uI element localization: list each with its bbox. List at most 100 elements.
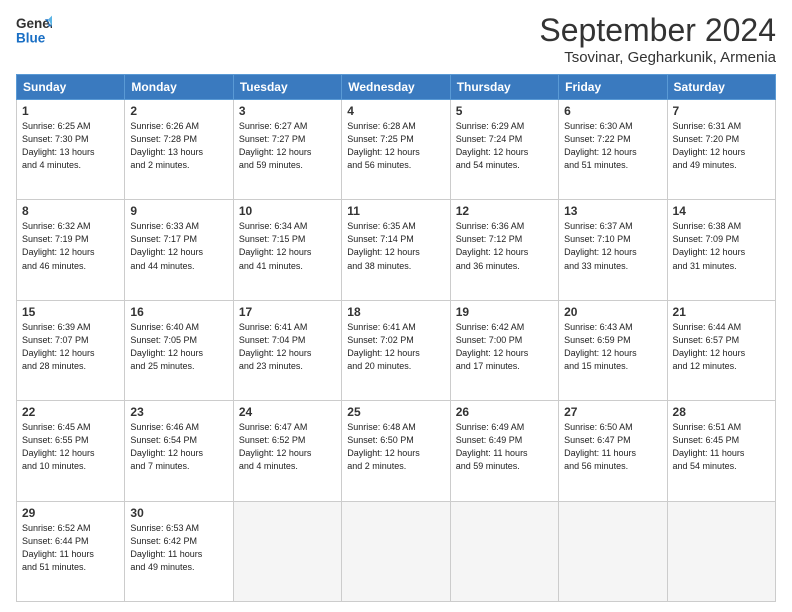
day-number: 13 <box>564 204 661 218</box>
col-tuesday: Tuesday <box>233 75 341 100</box>
location: Tsovinar, Gegharkunik, Armenia <box>539 49 776 66</box>
calendar-table: Sunday Monday Tuesday Wednesday Thursday… <box>16 74 776 602</box>
table-row: 25Sunrise: 6:48 AM Sunset: 6:50 PM Dayli… <box>342 401 450 501</box>
day-number: 20 <box>564 305 661 319</box>
day-info: Sunrise: 6:38 AM Sunset: 7:09 PM Dayligh… <box>673 220 770 272</box>
month-title: September 2024 <box>539 12 776 49</box>
day-number: 26 <box>456 405 553 419</box>
table-row: 18 Sunrise: 6:41 AM Sunset: 7:02 PM Dayli… <box>342 300 450 400</box>
day-info: Sunrise: 6:33 AM Sunset: 7:17 PM Dayligh… <box>130 220 227 272</box>
day-info: Sunrise: 6:28 AM Sunset: 7:25 PM Dayligh… <box>347 120 444 172</box>
calendar-header-row: Sunday Monday Tuesday Wednesday Thursday… <box>17 75 776 100</box>
day-number: 23 <box>130 405 227 419</box>
day-info: Sunrise: 6:25 AM Sunset: 7:30 PM Dayligh… <box>22 120 119 172</box>
title-area: September 2024 Tsovinar, Gegharkunik, Ar… <box>539 12 776 66</box>
table-row: 13 Sunrise: 6:37 AM Sunset: 7:10 PM Dayli… <box>559 200 667 300</box>
day-number: 28 <box>673 405 770 419</box>
table-row: 22 Sunrise: 6:45 AM Sunset: 6:55 PM Dayli… <box>17 401 125 501</box>
day-number: 19 <box>456 305 553 319</box>
table-row: 17Sunrise: 6:41 AM Sunset: 7:04 PM Dayli… <box>233 300 341 400</box>
page: General Blue September 2024 Tsovinar, Ge… <box>0 0 792 612</box>
table-row: 2 Sunrise: 6:26 AM Sunset: 7:28 PM Daylig… <box>125 100 233 200</box>
table-row: 5 Sunrise: 6:29 AM Sunset: 7:24 PM Daylig… <box>450 100 558 200</box>
day-number: 6 <box>564 104 661 118</box>
day-number: 9 <box>130 204 227 218</box>
day-info: Sunrise: 6:36 AM Sunset: 7:12 PM Dayligh… <box>456 220 553 272</box>
day-info: Sunrise: 6:50 AM Sunset: 6:47 PM Dayligh… <box>564 421 661 473</box>
day-info: Sunrise: 6:40 AM Sunset: 7:05 PM Dayligh… <box>130 321 227 373</box>
day-number: 21 <box>673 305 770 319</box>
table-row: 11Sunrise: 6:35 AM Sunset: 7:14 PM Dayli… <box>342 200 450 300</box>
table-row: 20 Sunrise: 6:43 AM Sunset: 6:59 PM Dayli… <box>559 300 667 400</box>
col-thursday: Thursday <box>450 75 558 100</box>
table-row <box>667 501 775 601</box>
table-row: 14 Sunrise: 6:38 AM Sunset: 7:09 PM Dayli… <box>667 200 775 300</box>
svg-text:Blue: Blue <box>16 31 46 46</box>
day-number: 15 <box>22 305 119 319</box>
table-row: 6 Sunrise: 6:30 AM Sunset: 7:22 PM Daylig… <box>559 100 667 200</box>
col-monday: Monday <box>125 75 233 100</box>
day-info: Sunrise: 6:43 AM Sunset: 6:59 PM Dayligh… <box>564 321 661 373</box>
table-row: 10 Sunrise: 6:34 AM Sunset: 7:15 PM Dayli… <box>233 200 341 300</box>
svg-text:General: General <box>16 16 52 31</box>
table-row: 8Sunrise: 6:32 AM Sunset: 7:19 PM Daylig… <box>17 200 125 300</box>
day-number: 4 <box>347 104 444 118</box>
day-number: 1 <box>22 104 119 118</box>
day-info: Sunrise: 6:51 AM Sunset: 6:45 PM Dayligh… <box>673 421 770 473</box>
calendar-week-row: 15 Sunrise: 6:39 AM Sunset: 7:07 PM Dayli… <box>17 300 776 400</box>
table-row: 24 Sunrise: 6:47 AM Sunset: 6:52 PM Dayli… <box>233 401 341 501</box>
day-number: 2 <box>130 104 227 118</box>
day-info: Sunrise: 6:30 AM Sunset: 7:22 PM Dayligh… <box>564 120 661 172</box>
day-number: 25 <box>347 405 444 419</box>
day-number: 18 <box>347 305 444 319</box>
day-info: Sunrise: 6:52 AM Sunset: 6:44 PM Dayligh… <box>22 522 119 574</box>
day-info: Sunrise: 6:26 AM Sunset: 7:28 PM Dayligh… <box>130 120 227 172</box>
table-row <box>559 501 667 601</box>
day-info: Sunrise: 6:29 AM Sunset: 7:24 PM Dayligh… <box>456 120 553 172</box>
day-number: 14 <box>673 204 770 218</box>
day-info: Sunrise: 6:34 AM Sunset: 7:15 PM Dayligh… <box>239 220 336 272</box>
day-number: 8 <box>22 204 119 218</box>
day-info: Sunrise: 6:47 AM Sunset: 6:52 PM Dayligh… <box>239 421 336 473</box>
day-number: 5 <box>456 104 553 118</box>
day-number: 24 <box>239 405 336 419</box>
day-number: 11 <box>347 204 444 218</box>
col-sunday: Sunday <box>17 75 125 100</box>
table-row <box>450 501 558 601</box>
calendar-week-row: 29Sunrise: 6:52 AM Sunset: 6:44 PM Dayli… <box>17 501 776 601</box>
day-info: Sunrise: 6:41 AM Sunset: 7:04 PM Dayligh… <box>239 321 336 373</box>
logo: General Blue <box>16 12 52 48</box>
col-wednesday: Wednesday <box>342 75 450 100</box>
day-info: Sunrise: 6:41 AM Sunset: 7:02 PM Dayligh… <box>347 321 444 373</box>
calendar-week-row: 1 Sunrise: 6:25 AM Sunset: 7:30 PM Daylig… <box>17 100 776 200</box>
table-row: 9 Sunrise: 6:33 AM Sunset: 7:17 PM Daylig… <box>125 200 233 300</box>
day-number: 30 <box>130 506 227 520</box>
day-number: 3 <box>239 104 336 118</box>
day-info: Sunrise: 6:45 AM Sunset: 6:55 PM Dayligh… <box>22 421 119 473</box>
table-row: 28 Sunrise: 6:51 AM Sunset: 6:45 PM Dayli… <box>667 401 775 501</box>
day-info: Sunrise: 6:44 AM Sunset: 6:57 PM Dayligh… <box>673 321 770 373</box>
day-number: 27 <box>564 405 661 419</box>
logo-icon: General Blue <box>16 12 52 48</box>
col-friday: Friday <box>559 75 667 100</box>
table-row <box>342 501 450 601</box>
table-row: 27 Sunrise: 6:50 AM Sunset: 6:47 PM Dayli… <box>559 401 667 501</box>
table-row: 3 Sunrise: 6:27 AM Sunset: 7:27 PM Daylig… <box>233 100 341 200</box>
table-row: 21 Sunrise: 6:44 AM Sunset: 6:57 PM Dayli… <box>667 300 775 400</box>
day-info: Sunrise: 6:49 AM Sunset: 6:49 PM Dayligh… <box>456 421 553 473</box>
table-row: 16Sunrise: 6:40 AM Sunset: 7:05 PM Dayli… <box>125 300 233 400</box>
day-number: 22 <box>22 405 119 419</box>
day-info: Sunrise: 6:39 AM Sunset: 7:07 PM Dayligh… <box>22 321 119 373</box>
table-row: 12 Sunrise: 6:36 AM Sunset: 7:12 PM Dayli… <box>450 200 558 300</box>
day-info: Sunrise: 6:53 AM Sunset: 6:42 PM Dayligh… <box>130 522 227 574</box>
day-number: 7 <box>673 104 770 118</box>
table-row: 23Sunrise: 6:46 AM Sunset: 6:54 PM Dayli… <box>125 401 233 501</box>
table-row: 26 Sunrise: 6:49 AM Sunset: 6:49 PM Dayli… <box>450 401 558 501</box>
day-info: Sunrise: 6:37 AM Sunset: 7:10 PM Dayligh… <box>564 220 661 272</box>
day-number: 12 <box>456 204 553 218</box>
table-row: 4 Sunrise: 6:28 AM Sunset: 7:25 PM Daylig… <box>342 100 450 200</box>
table-row: 15 Sunrise: 6:39 AM Sunset: 7:07 PM Dayli… <box>17 300 125 400</box>
table-row: 1 Sunrise: 6:25 AM Sunset: 7:30 PM Daylig… <box>17 100 125 200</box>
day-info: Sunrise: 6:27 AM Sunset: 7:27 PM Dayligh… <box>239 120 336 172</box>
day-number: 10 <box>239 204 336 218</box>
